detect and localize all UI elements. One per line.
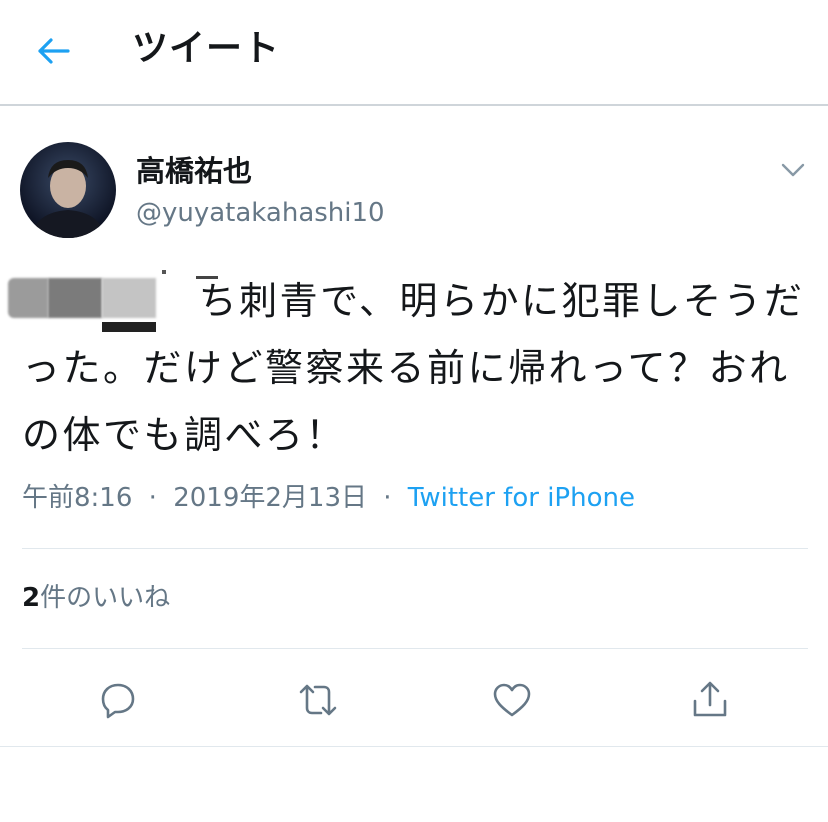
divider <box>22 548 808 549</box>
reply-button[interactable] <box>96 678 140 722</box>
likes-label: 件のいいね <box>40 583 171 613</box>
author-username[interactable]: @yuyatakahashi10 <box>136 196 385 230</box>
divider <box>0 746 828 747</box>
avatar[interactable] <box>20 142 116 238</box>
heart-icon <box>493 683 531 717</box>
redacted-region <box>8 270 218 334</box>
likes-count[interactable]: 2件のいいね <box>22 580 170 616</box>
chevron-down-icon <box>781 163 805 177</box>
back-button[interactable] <box>28 26 78 76</box>
share-icon <box>693 681 727 717</box>
tweet-metadata: 午前8:16 · 2019年2月13日 · Twitter for iPhone <box>22 480 635 516</box>
separator: · <box>148 483 157 513</box>
retweet-button[interactable] <box>296 678 340 722</box>
tweet-date: 2019年2月13日 <box>173 483 367 513</box>
divider <box>22 648 808 649</box>
reply-icon <box>101 683 135 719</box>
like-button[interactable] <box>490 678 534 722</box>
separator: · <box>383 483 392 513</box>
arrow-left-icon <box>38 38 70 64</box>
tweet-options-button[interactable] <box>776 156 810 184</box>
tweet-source-link[interactable]: Twitter for iPhone <box>408 483 635 513</box>
author-display-name[interactable]: 高橋祐也 <box>136 152 252 190</box>
likes-number: 2 <box>22 583 41 613</box>
retweet-icon <box>299 684 337 716</box>
page-title: ツイート <box>132 28 281 69</box>
top-bar: ツイート <box>0 0 828 106</box>
tweet-time: 午前8:16 <box>22 483 133 513</box>
share-button[interactable] <box>688 678 732 722</box>
